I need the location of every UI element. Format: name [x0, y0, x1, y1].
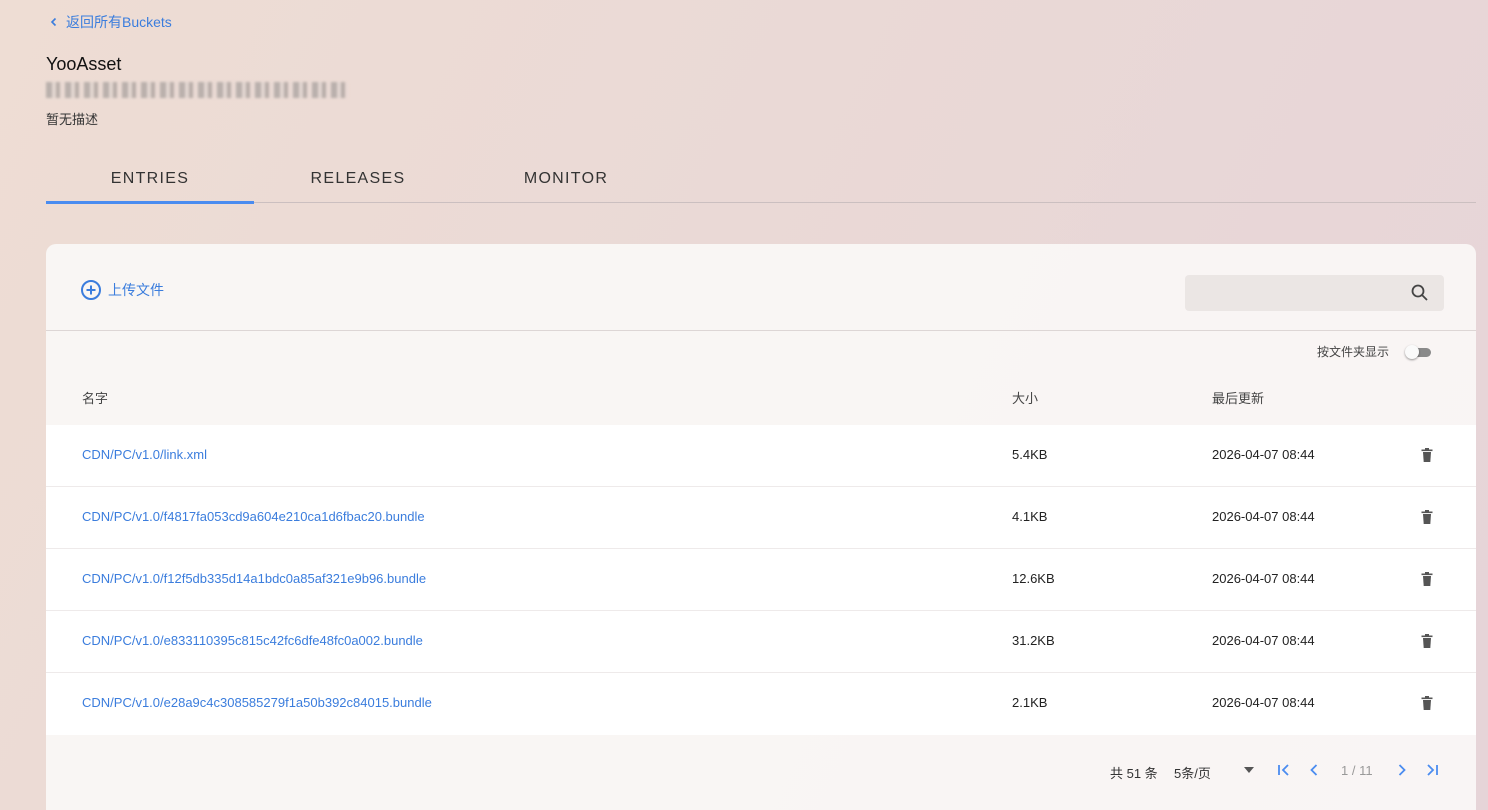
file-name-link[interactable]: CDN/PC/v1.0/e833110395c815c42fc6dfe48fc0… [82, 633, 423, 648]
table-row: CDN/PC/v1.0/f4817fa053cd9a604e210ca1d6fb… [46, 487, 1476, 549]
file-size: 31.2KB [1012, 633, 1055, 648]
file-size: 5.4KB [1012, 447, 1048, 462]
trash-icon[interactable] [1420, 447, 1434, 463]
chevron-left-icon [50, 17, 57, 27]
column-header-size[interactable]: 大小 [1012, 388, 1038, 407]
back-to-buckets-link[interactable]: 返回所有Buckets [48, 12, 172, 32]
tab-entries[interactable]: ENTRIES [46, 155, 254, 204]
bucket-title: YooAsset [46, 54, 122, 74]
table-row: CDN/PC/v1.0/f12f5db335d14a1bdc0a85af321e… [46, 549, 1476, 611]
file-updated: 2026-04-07 08:44 [1212, 447, 1315, 462]
redacted-bucket-id [46, 82, 348, 98]
trash-icon[interactable] [1420, 695, 1434, 711]
table-row: CDN/PC/v1.0/e28a9c4c308585279f1a50b392c8… [46, 673, 1476, 735]
folder-view-label: 按文件夹显示 [1317, 345, 1390, 359]
file-name-link[interactable]: CDN/PC/v1.0/f4817fa053cd9a604e210ca1d6fb… [82, 509, 425, 524]
switch-thumb [1405, 344, 1420, 359]
table-row: CDN/PC/v1.0/link.xml 5.4KB 2026-04-07 08… [46, 425, 1476, 487]
file-size: 2.1KB [1012, 695, 1048, 710]
tab-bar: ENTRIES RELEASES MONITOR [46, 155, 1476, 204]
entries-card: 上传文件 按文件夹显示 名字 大小 最后更新 CDN/PC/v1.0/link.… [46, 244, 1476, 810]
folder-view-switch[interactable] [1405, 344, 1432, 359]
page-indicator: 1 / 11 [1341, 763, 1373, 778]
file-size: 4.1KB [1012, 509, 1048, 524]
file-updated: 2026-04-07 08:44 [1212, 695, 1315, 710]
tab-releases[interactable]: RELEASES [254, 155, 462, 203]
file-updated: 2026-04-07 08:44 [1212, 509, 1315, 524]
file-size: 12.6KB [1012, 571, 1055, 586]
search-input[interactable] [1195, 275, 1395, 311]
column-header-name[interactable]: 名字 [82, 388, 108, 407]
trash-icon[interactable] [1420, 571, 1434, 587]
file-name-link[interactable]: CDN/PC/v1.0/e28a9c4c308585279f1a50b392c8… [82, 695, 432, 710]
page-size-select[interactable]: 5条/页 [1174, 763, 1211, 782]
table-header: 名字 大小 最后更新 [46, 374, 1476, 424]
trash-icon[interactable] [1420, 509, 1434, 525]
file-name-link[interactable]: CDN/PC/v1.0/f12f5db335d14a1bdc0a85af321e… [82, 571, 426, 586]
table-body: CDN/PC/v1.0/link.xml 5.4KB 2026-04-07 08… [46, 425, 1476, 735]
next-page-icon[interactable] [1394, 762, 1410, 778]
upload-file-button[interactable]: 上传文件 [80, 279, 164, 301]
upload-file-label: 上传文件 [108, 282, 164, 298]
file-updated: 2026-04-07 08:44 [1212, 633, 1315, 648]
add-circle-icon [81, 280, 101, 300]
file-updated: 2026-04-07 08:44 [1212, 571, 1315, 586]
search-icon[interactable] [1410, 283, 1430, 303]
first-page-icon[interactable] [1276, 762, 1292, 778]
prev-page-icon[interactable] [1306, 762, 1322, 778]
folder-view-toggle-row: 按文件夹显示 [1317, 343, 1432, 360]
search-box [1185, 275, 1444, 311]
back-link-label: 返回所有Buckets [66, 14, 172, 30]
caret-down-icon[interactable] [1244, 767, 1254, 773]
trash-icon[interactable] [1420, 633, 1434, 649]
bucket-description: 暂无描述 [46, 112, 99, 127]
pagination: 共 51 条 5条/页 1 / 11 [46, 734, 1476, 810]
column-header-updated[interactable]: 最后更新 [1212, 388, 1264, 407]
table-row: CDN/PC/v1.0/e833110395c815c42fc6dfe48fc0… [46, 611, 1476, 673]
tab-monitor[interactable]: MONITOR [462, 155, 670, 203]
file-name-link[interactable]: CDN/PC/v1.0/link.xml [82, 447, 207, 462]
total-count: 共 51 条 [1110, 766, 1158, 781]
toolbar: 上传文件 [46, 244, 1476, 331]
last-page-icon[interactable] [1424, 762, 1440, 778]
